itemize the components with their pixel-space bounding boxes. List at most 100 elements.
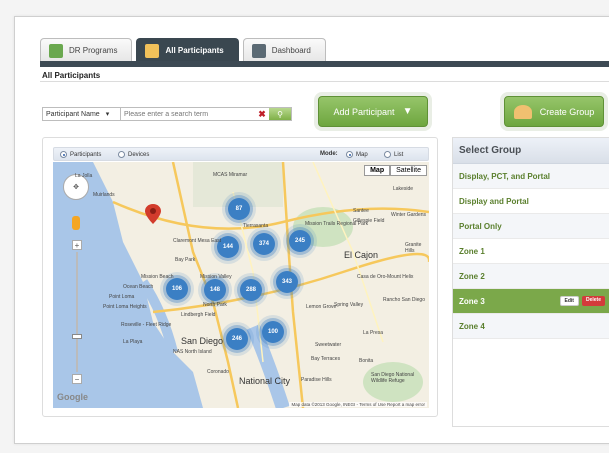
tab-label: All Participants bbox=[165, 46, 224, 55]
mode-map-label: Map bbox=[356, 151, 368, 158]
map-type-map[interactable]: Map bbox=[364, 165, 391, 176]
book-icon bbox=[49, 43, 63, 58]
map-label: Granite Hills bbox=[405, 242, 422, 254]
search-input[interactable] bbox=[121, 108, 255, 120]
map-label: Roseville - Fleet Ridge bbox=[121, 322, 172, 328]
map-label: Winter Gardens bbox=[391, 212, 427, 218]
map-label: MCAS Miramar bbox=[213, 172, 248, 178]
mode-list-radio[interactable]: List bbox=[384, 151, 403, 158]
search-field-select[interactable]: Participant Name ▾ bbox=[43, 108, 121, 120]
radio-selected bbox=[346, 151, 353, 158]
search-icon: ⚲ bbox=[277, 109, 283, 119]
page-title: All Participants bbox=[42, 71, 101, 80]
divider bbox=[40, 81, 609, 82]
add-participant-label: Add Participant bbox=[333, 106, 395, 117]
add-participant-button[interactable]: Add Participant ▼ bbox=[318, 96, 428, 127]
group-item[interactable]: Zone 4 bbox=[453, 314, 609, 339]
map-label: NAS North Island bbox=[173, 349, 212, 355]
map-cluster[interactable]: 106 bbox=[166, 278, 188, 300]
map-cluster[interactable]: 87 bbox=[228, 198, 250, 220]
map-label: North Park bbox=[203, 302, 227, 308]
map-label: Lindbergh Field bbox=[181, 312, 216, 318]
group-item[interactable]: Zone 2 bbox=[453, 264, 609, 289]
chevron-down-icon: ▾ bbox=[105, 111, 110, 118]
map-label: Point Loma bbox=[109, 294, 135, 300]
pegman-icon[interactable] bbox=[72, 216, 80, 230]
map-label: Bay Terraces bbox=[311, 356, 341, 362]
group-list: Display, PCT, and Portal Display and Por… bbox=[453, 164, 609, 339]
map-label: Muirlands bbox=[93, 192, 115, 198]
map-label: National City bbox=[239, 376, 291, 386]
group-actions: Edit Delete bbox=[559, 296, 605, 306]
map-label: Claremont Mesa East bbox=[173, 238, 222, 244]
create-group-label: Create Group bbox=[539, 106, 595, 117]
tab-dr-programs[interactable]: DR Programs bbox=[40, 38, 133, 62]
tab-label: Dashboard bbox=[271, 46, 311, 55]
location-pin-icon[interactable] bbox=[145, 204, 161, 224]
google-logo: Google bbox=[57, 392, 88, 402]
map-label: Mission Valley bbox=[200, 274, 232, 280]
map-label: Bonita bbox=[359, 358, 374, 364]
zoom-in-button[interactable]: + bbox=[72, 240, 82, 250]
map-cluster[interactable]: 245 bbox=[289, 230, 311, 252]
tab-label: DR Programs bbox=[69, 46, 118, 55]
map-label: La Presa bbox=[363, 330, 384, 336]
mode-map-radio[interactable]: Map bbox=[346, 151, 368, 158]
map-cluster[interactable]: 148 bbox=[204, 279, 226, 301]
zoom-out-button[interactable]: − bbox=[72, 374, 82, 384]
group-item[interactable]: Portal Only bbox=[453, 214, 609, 239]
edit-button[interactable]: Edit bbox=[559, 296, 579, 306]
map-type-satellite[interactable]: Satellite bbox=[390, 165, 427, 176]
map-cluster[interactable]: 288 bbox=[240, 279, 262, 301]
map-cluster[interactable]: 100 bbox=[262, 321, 284, 343]
tab-dashboard[interactable]: Dashboard bbox=[242, 38, 326, 62]
group-item[interactable]: Zone 1 bbox=[453, 239, 609, 264]
pan-arrows-icon: ✥ bbox=[73, 184, 79, 191]
map-label: San Diego bbox=[181, 336, 224, 346]
map-label: Spring Valley bbox=[334, 302, 364, 308]
group-item[interactable]: Display and Portal bbox=[453, 189, 609, 214]
map-label: La Playa bbox=[123, 339, 143, 345]
group-item[interactable]: Display, PCT, and Portal bbox=[453, 164, 609, 189]
map-panel: Participants Devices Mode: Map List Map … bbox=[42, 137, 438, 417]
map-cluster[interactable]: 374 bbox=[253, 233, 275, 255]
map-label: Mission Beach bbox=[141, 274, 174, 280]
tab-underline bbox=[40, 61, 609, 67]
map-view[interactable]: Map Satellite ✥ + − 87 144 374 245 106 1… bbox=[53, 162, 429, 408]
zoom-control: + − bbox=[72, 240, 82, 390]
map-label: Santee bbox=[353, 208, 369, 214]
group-item-selected[interactable]: Zone 3 Edit Delete bbox=[453, 289, 609, 314]
radio-selected bbox=[60, 151, 67, 158]
map-type-control: Map Satellite bbox=[364, 165, 427, 176]
mode-label: Mode: bbox=[320, 151, 338, 157]
group-item-label: Zone 3 bbox=[459, 296, 485, 306]
map-cluster[interactable]: 246 bbox=[226, 328, 248, 350]
search-bar: Participant Name ▾ ✖ ⚲ bbox=[42, 107, 292, 121]
radio-unselected bbox=[384, 151, 391, 158]
devices-label: Devices bbox=[128, 151, 150, 158]
participants-radio[interactable]: Participants bbox=[60, 151, 101, 158]
map-label: Ocean Beach bbox=[123, 284, 154, 290]
map-label: Tierrasanta bbox=[243, 223, 269, 229]
search-button[interactable]: ⚲ bbox=[269, 108, 291, 120]
mode-list-label: List bbox=[394, 151, 404, 158]
zoom-slider-knob[interactable] bbox=[72, 334, 82, 339]
radio-unselected bbox=[118, 151, 125, 158]
delete-button[interactable]: Delete bbox=[581, 296, 605, 306]
tab-all-participants[interactable]: All Participants bbox=[136, 38, 239, 62]
search-field-value: Participant Name bbox=[46, 110, 100, 118]
people-icon bbox=[145, 43, 160, 58]
dashboard-icon bbox=[251, 43, 266, 58]
create-group-button[interactable]: Create Group bbox=[504, 96, 604, 127]
map-attribution[interactable]: Map data ©2013 Google, INEGI - Terms of … bbox=[289, 402, 427, 407]
map-label: Paradise Hills bbox=[301, 377, 332, 383]
map-label: Lakeside bbox=[393, 186, 414, 192]
zoom-slider-track[interactable] bbox=[72, 252, 82, 372]
map-label: El Cajon bbox=[344, 250, 379, 260]
map-label: Mission Trails Regional Park bbox=[305, 221, 369, 227]
map-label: Bay Park bbox=[175, 257, 196, 263]
devices-radio[interactable]: Devices bbox=[118, 151, 149, 158]
map-cluster[interactable]: 343 bbox=[276, 271, 298, 293]
tab-bar: DR Programs All Participants Dashboard bbox=[40, 38, 326, 62]
clear-icon[interactable]: ✖ bbox=[255, 109, 269, 120]
